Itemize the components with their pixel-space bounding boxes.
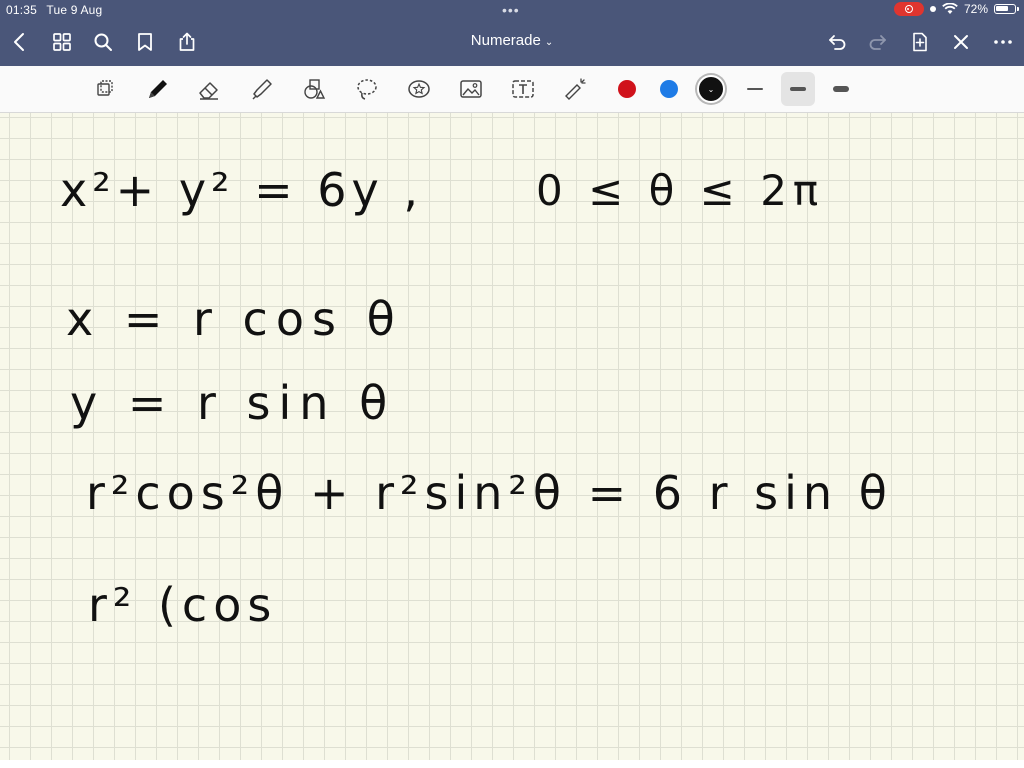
status-bar: 01:35 Tue 9 Aug ••• 72%: [0, 0, 1024, 20]
top-header: 01:35 Tue 9 Aug ••• 72% Numerade ⌄: [0, 0, 1024, 66]
multitasking-dots-icon[interactable]: •••: [502, 2, 520, 18]
image-icon[interactable]: [454, 72, 488, 106]
laser-pointer-icon[interactable]: [558, 72, 592, 106]
stroke-thick-option[interactable]: [824, 72, 858, 106]
close-icon[interactable]: [947, 28, 975, 56]
highlighter-icon[interactable]: [244, 72, 278, 106]
handwritten-equation-circle: x²+ y² = 6y ,: [60, 163, 424, 217]
wifi-icon: [942, 3, 958, 14]
eraser-icon[interactable]: [192, 72, 226, 106]
stroke-thin-option[interactable]: [738, 72, 772, 106]
handwritten-theta-range: 0 ≤ θ ≤ 2π: [536, 166, 825, 215]
handwritten-substitution: r²cos²θ + r²sin²θ = 6 r sin θ: [86, 466, 893, 520]
status-time-date: 01:35 Tue 9 Aug: [6, 3, 108, 17]
handwritten-x-polar: x = r cos θ: [66, 292, 403, 346]
lasso-select-icon[interactable]: [88, 72, 122, 106]
lasso-icon[interactable]: [350, 72, 384, 106]
text-box-icon[interactable]: [506, 72, 540, 106]
more-icon[interactable]: [989, 28, 1017, 56]
shapes-icon[interactable]: [297, 72, 331, 106]
pen-icon[interactable]: [140, 72, 174, 106]
status-indicators: 72%: [893, 2, 1019, 16]
sticker-icon[interactable]: [402, 72, 436, 106]
handwritten-y-polar: y = r sin θ: [70, 376, 396, 430]
status-date: Tue 9 Aug: [46, 3, 103, 17]
privacy-indicator-icon: [929, 6, 936, 12]
navigation-bar: Numerade ⌄: [0, 22, 1024, 62]
color-black-swatch[interactable]: ⌄: [694, 72, 728, 106]
chevron-down-icon: ⌄: [697, 75, 725, 103]
undo-icon[interactable]: [823, 28, 851, 56]
redo-icon[interactable]: [864, 28, 892, 56]
color-red-swatch[interactable]: [610, 72, 644, 106]
add-page-icon[interactable]: [906, 28, 934, 56]
bottom-margin: [0, 760, 1024, 768]
handwritten-factoring: r² (cos: [88, 578, 278, 632]
status-time: 01:35: [6, 3, 38, 17]
battery-percent: 72%: [963, 2, 988, 16]
screen-recording-icon: [893, 2, 924, 16]
stroke-medium-option[interactable]: [781, 72, 815, 106]
drawing-toolbar: ⌄: [0, 66, 1024, 113]
color-blue-swatch[interactable]: [652, 72, 686, 106]
battery-icon: [994, 4, 1019, 14]
